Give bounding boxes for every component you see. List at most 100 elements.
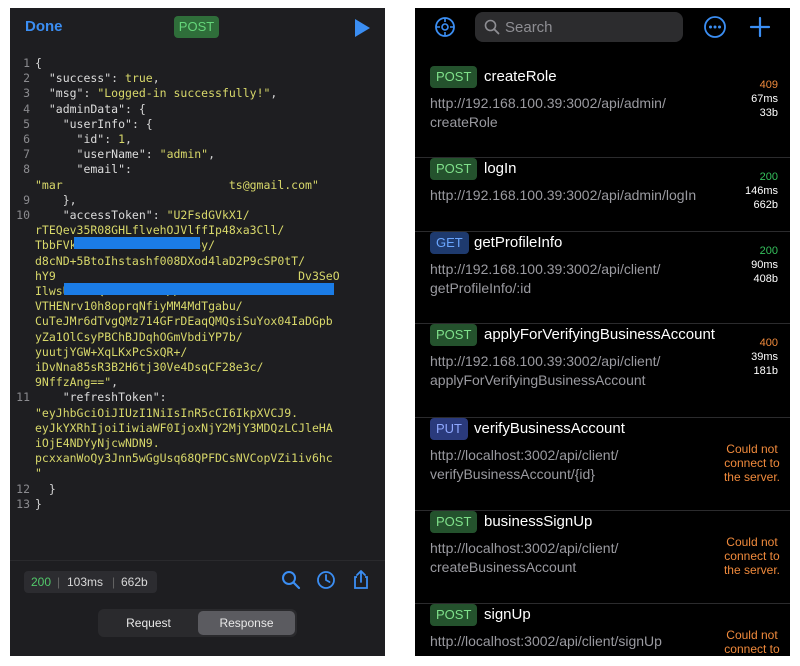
line-number: 4: [23, 101, 30, 116]
request-url: http://192.168.100.39:3002/api/client/ap…: [430, 353, 661, 388]
request-history-panel: Search POST createRole http://192.168.100.…: [415, 8, 790, 656]
response-footer: 200 | 103ms | 662b Request Response: [10, 560, 385, 656]
response-stats: 200 | 103ms | 662b: [24, 571, 157, 593]
code-line: eyJkYXRhIjoiIiwiaWF0IjoxNjY2MjY3MDQzLCJl…: [35, 420, 333, 435]
response-size: 408b: [753, 273, 778, 285]
response-time: 146ms: [744, 185, 778, 197]
request-response-segmented-control: Request Response: [98, 609, 297, 637]
method-badge: POST: [430, 158, 478, 180]
response-meta: 400 39ms 181b: [751, 336, 778, 378]
code-line: 9NffzAng==",: [35, 375, 119, 390]
method-badge: POST: [430, 66, 478, 88]
request-row[interactable]: POST applyForVerifyingBusinessAccount http…: [415, 324, 790, 418]
request-url: http://192.168.100.39:3002/api/client/ge…: [430, 261, 661, 296]
code-line: "refreshToken":: [35, 390, 167, 405]
done-button[interactable]: Done: [25, 18, 63, 35]
method-badge: POST: [430, 604, 478, 626]
line-number: 2: [23, 71, 30, 86]
line-number: 10: [16, 208, 30, 222]
code-line: iDvNna85sR3B2H6tj30Ve4DsqCF28e3c/: [35, 360, 264, 374]
request-name: logIn: [484, 160, 517, 177]
code-line: "msg": "Logged-in successfully!",: [35, 86, 278, 101]
status-code: 200: [759, 245, 778, 257]
tab-response[interactable]: Response: [198, 611, 295, 635]
redaction-bar: [74, 237, 200, 249]
clock-icon[interactable]: [316, 570, 336, 590]
response-size: 33b: [759, 107, 778, 119]
code-line: ": [35, 466, 42, 481]
settings-gear-icon[interactable]: [433, 15, 457, 39]
connection-error: Could notconnect tothe server.: [723, 442, 780, 484]
connection-error: Could notconnect tothe server.: [723, 535, 780, 577]
code-line: pcxxanWoQy3Jnn5wGgUsq68QPFDCsNVCopVZi1iv…: [35, 451, 333, 466]
request-name: applyForVerifyingBusinessAccount: [484, 326, 715, 343]
request-row[interactable]: POST signUp http://localhost:3002/api/clie…: [415, 604, 790, 656]
code-line: "mar ts@gmail.com": [35, 177, 319, 192]
response-time: 67ms: [751, 93, 778, 105]
line-number: 8: [23, 162, 30, 177]
line-number: 7: [23, 147, 30, 162]
more-options-icon[interactable]: [703, 15, 727, 39]
code-line: "success": true,: [35, 71, 160, 86]
method-badge: GET: [430, 232, 469, 254]
tab-request[interactable]: Request: [100, 611, 197, 635]
play-icon[interactable]: [353, 18, 371, 38]
divider: |: [112, 575, 116, 589]
search-icon[interactable]: [281, 570, 301, 590]
status-code: 409: [759, 79, 778, 91]
share-icon[interactable]: [351, 570, 371, 590]
response-panel: Done POST 1 {2 "success": true, 3 "msg": "…: [10, 8, 385, 656]
code-line: }: [35, 481, 56, 496]
line-number: 1: [23, 56, 30, 70]
history-header: Search: [415, 8, 790, 50]
status-code: 400: [759, 337, 778, 349]
add-icon[interactable]: [749, 16, 771, 38]
code-line: hY9 Dv3SeO: [35, 268, 340, 283]
request-row[interactable]: GET getProfileInfo http://192.168.100.39:3…: [415, 232, 790, 324]
request-name: signUp: [484, 606, 531, 623]
code-line: VTHENrv10h8oprqNfiyMM4MdTgabu/: [35, 299, 243, 314]
divider: |: [57, 575, 61, 589]
request-name: verifyBusinessAccount: [474, 420, 625, 437]
method-badge: POST: [430, 511, 478, 533]
status-code: 200: [759, 171, 778, 183]
code-line: "id": 1,: [35, 132, 132, 146]
method-badge: PUT: [430, 418, 468, 440]
search-icon: [484, 19, 500, 35]
status-code: 200: [31, 575, 52, 589]
line-number: 9: [23, 192, 30, 207]
search-input[interactable]: Search: [475, 12, 683, 42]
code-line: iOjE4NDYyNjcwNDN9.: [35, 436, 160, 450]
response-meta: 409 67ms 33b: [751, 78, 778, 120]
code-line: {: [35, 56, 42, 70]
code-line: CuTeJMr6dTvgQMz714GFrDEaqQMQsiSuYox04IaD…: [35, 314, 333, 329]
code-line: }: [35, 496, 42, 511]
code-line: "userName": "admin",: [35, 147, 216, 162]
code-line: },: [35, 192, 77, 207]
code-line: "accessToken": "U2FsdGVkX1/: [35, 208, 250, 222]
line-number: 3: [23, 86, 30, 101]
response-size: 662b: [753, 199, 778, 211]
request-row[interactable]: PUT verifyBusinessAccount http://localhost…: [415, 418, 790, 511]
connection-error: Could notconnect tothe server.: [724, 628, 780, 656]
line-number: 5: [23, 116, 30, 131]
request-row[interactable]: POST logIn http://192.168.100.39:3002/api/…: [415, 158, 790, 232]
request-url: http://192.168.100.39:3002/api/admin/cre…: [430, 95, 666, 130]
response-header: Done POST: [10, 8, 385, 48]
request-row[interactable]: POST createRole http://192.168.100.39:3002…: [415, 66, 790, 158]
response-time: 90ms: [751, 259, 778, 271]
method-badge: POST: [430, 324, 478, 346]
code-line: "adminData": {: [35, 101, 146, 116]
request-url: http://localhost:3002/api/client/signUp: [430, 633, 662, 649]
request-name: businessSignUp: [484, 513, 593, 530]
code-line: "email":: [35, 162, 132, 177]
request-row[interactable]: POST businessSignUp http://localhost:3002/…: [415, 511, 790, 604]
response-meta: 200 146ms 662b: [745, 170, 778, 212]
line-number: 6: [23, 132, 30, 146]
line-number: 11: [16, 390, 30, 405]
redaction-bar: [64, 283, 334, 295]
code-line: "userInfo": {: [35, 116, 153, 131]
response-time: 39ms: [751, 351, 778, 363]
code-line: "eyJhbGciOiJIUzI1NiIsInR5cCI6IkpXVCJ9.: [35, 405, 299, 420]
request-name: getProfileInfo: [474, 234, 563, 251]
